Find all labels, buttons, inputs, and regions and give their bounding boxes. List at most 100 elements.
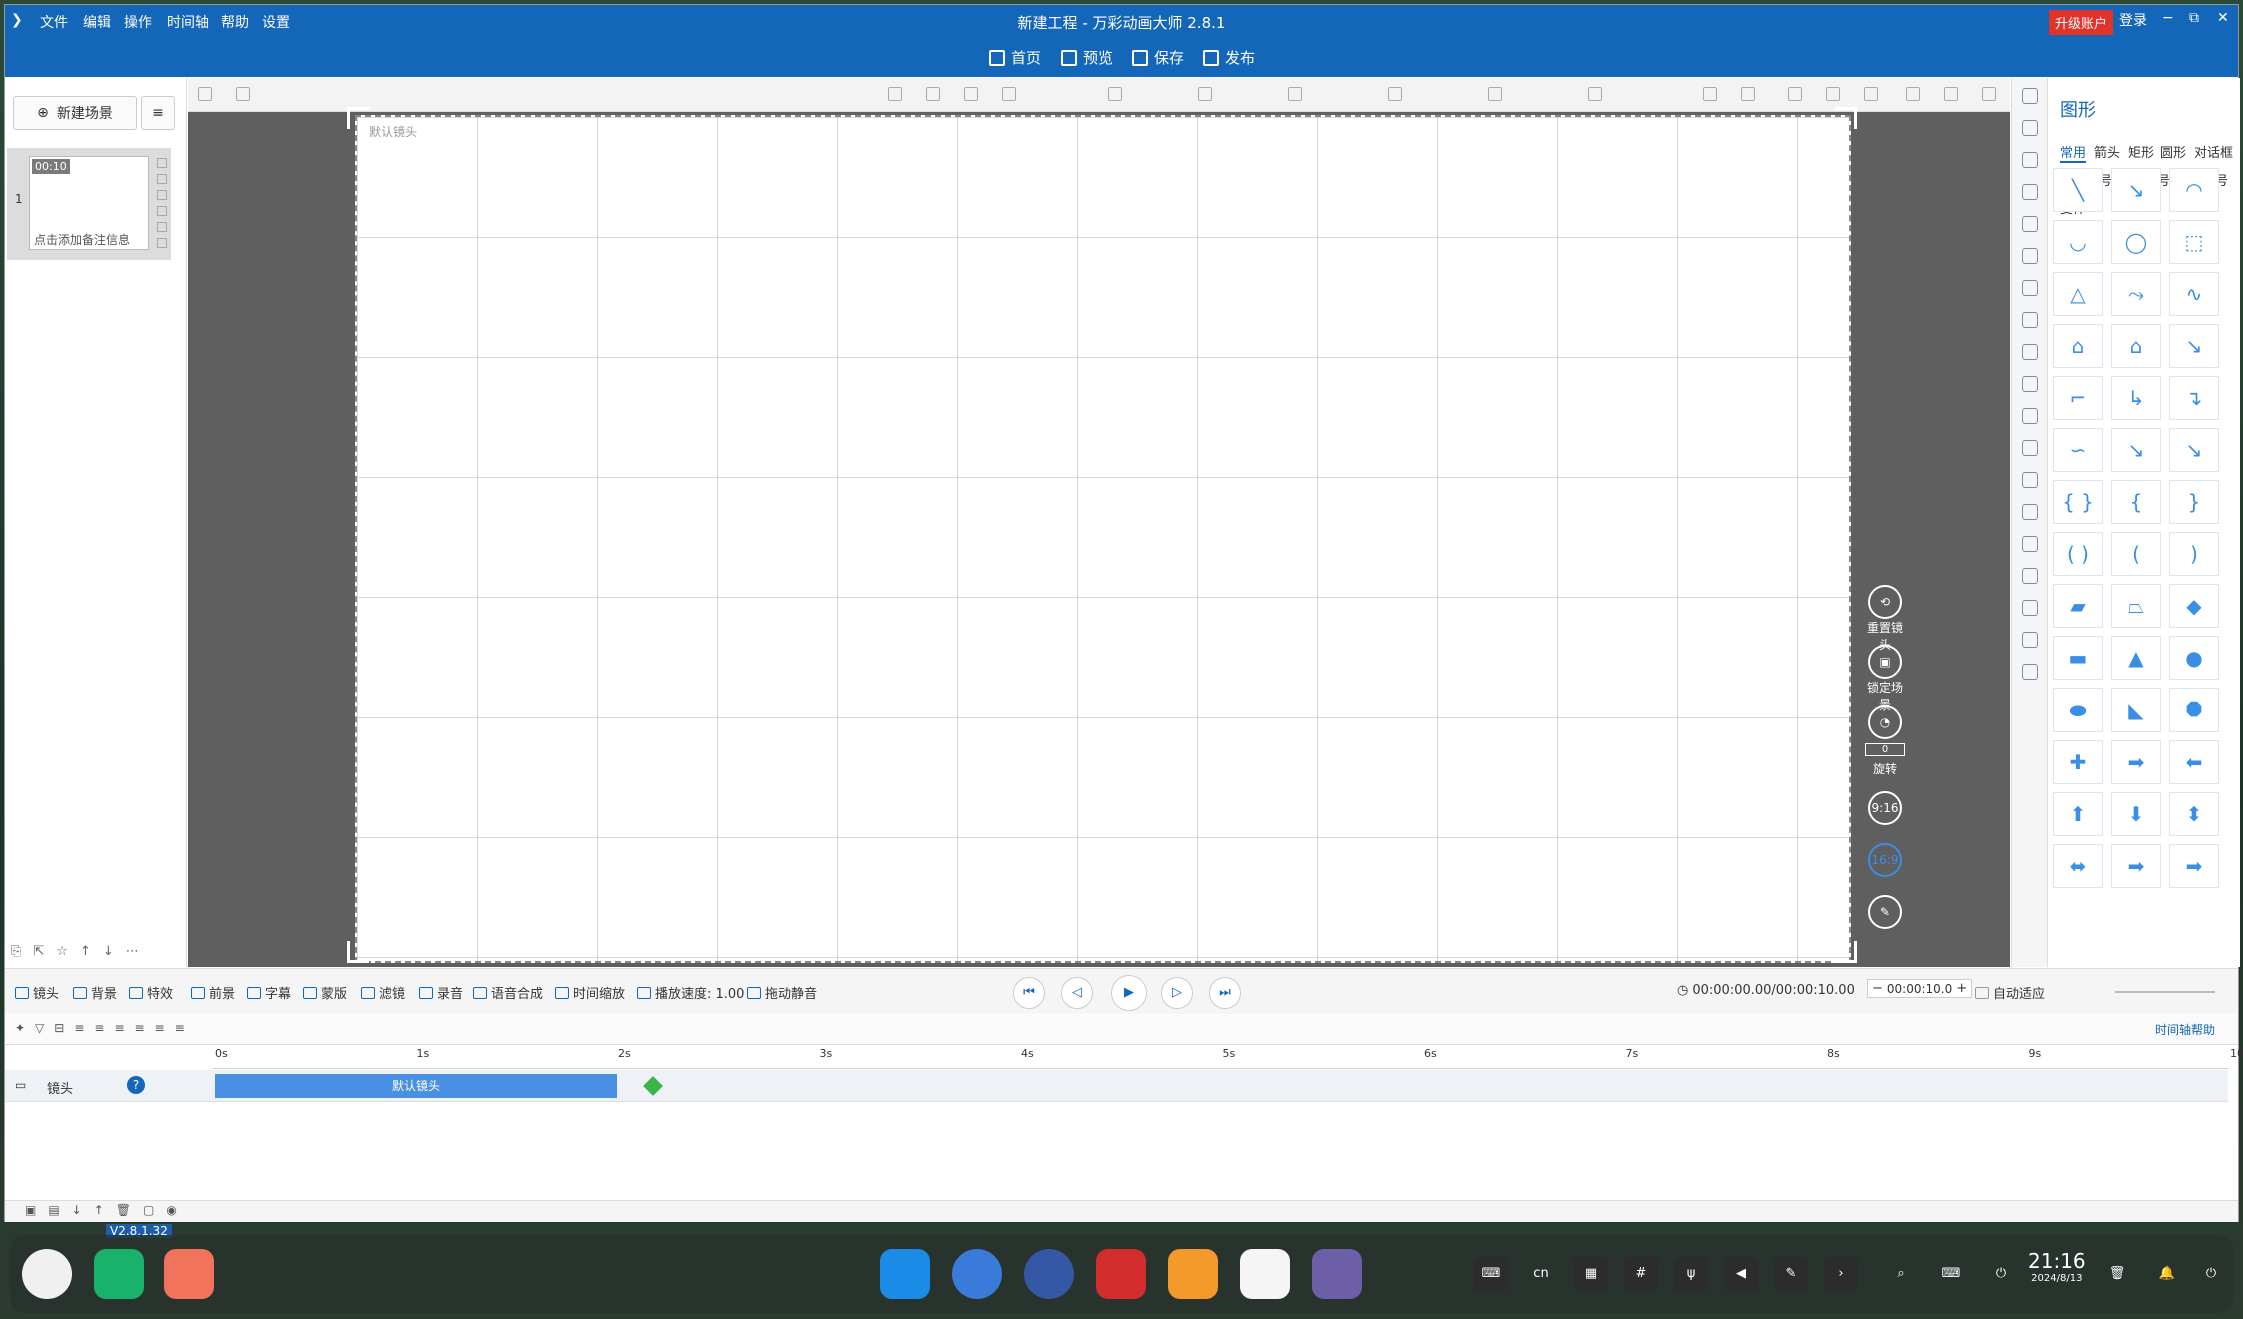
zoom-slider[interactable] <box>2115 991 2215 993</box>
play-button[interactable]: ▶ <box>1111 975 1147 1011</box>
record-tool[interactable]: 录音 <box>419 983 463 1002</box>
duration-input[interactable]: −00:00:10.0 + <box>1867 979 1973 998</box>
shape-item[interactable]: ◠ <box>2169 168 2219 212</box>
shape-item[interactable]: ◯ <box>2111 220 2161 264</box>
power-icon[interactable]: ⏻ <box>1984 1257 2018 1291</box>
lock-canvas-icon[interactable] <box>1788 87 1802 101</box>
restore-button[interactable]: ⧉ <box>2189 10 2199 26</box>
text-icon[interactable] <box>2022 184 2038 200</box>
scene-settings-icon[interactable] <box>157 190 167 200</box>
chart-icon[interactable] <box>2022 568 2038 584</box>
trash-icon[interactable]: 🗑 <box>2100 1257 2134 1291</box>
timeline-help-link[interactable]: 时间轴帮助 <box>2155 1021 2215 1038</box>
forward-button[interactable]: ▷ <box>1161 977 1193 1009</box>
next-scene-button[interactable]: ⏭ <box>1209 977 1241 1009</box>
drop-icon[interactable] <box>2022 632 2038 648</box>
shape-item[interactable]: ∽ <box>2053 428 2103 472</box>
shape-item[interactable]: ⌂ <box>2053 324 2103 368</box>
foreground-tool[interactable]: 前景 <box>191 983 235 1002</box>
shape-item[interactable]: ⬍ <box>2169 792 2219 836</box>
undo-icon[interactable] <box>1906 87 1920 101</box>
more-tools-icon[interactable] <box>1982 87 1996 101</box>
lang-indicator[interactable]: cn <box>1524 1257 1558 1291</box>
shape-item[interactable]: ↘ <box>2169 324 2219 368</box>
category-common[interactable]: 常用 <box>2060 142 2087 163</box>
layer-up-icon[interactable] <box>964 87 978 101</box>
pen-icon[interactable]: ✎ <box>1774 1257 1808 1291</box>
shape-item[interactable]: ◡ <box>2053 220 2103 264</box>
transition-icon[interactable] <box>157 238 167 248</box>
volume-icon[interactable]: ◀ <box>1724 1257 1758 1291</box>
tools-icon[interactable] <box>2022 376 2038 392</box>
math-icon[interactable] <box>2022 600 2038 616</box>
shape-item[interactable]: ⬆ <box>2053 792 2103 836</box>
category-rect[interactable]: 矩形 <box>2128 142 2154 161</box>
play-speed-tool[interactable]: 播放速度: 1.00 <box>637 983 744 1002</box>
hand-icon[interactable] <box>2022 536 2038 552</box>
shape-item[interactable]: ↴ <box>2169 376 2219 420</box>
scene-item[interactable]: 1 00:10 点击添加备注信息 <box>7 148 171 260</box>
close-button[interactable]: ✕ <box>2217 10 2229 26</box>
mute-tool[interactable]: 拖动静音 <box>747 983 817 1002</box>
time-scale-tool[interactable]: 时间缩放 <box>555 983 625 1002</box>
shape-item[interactable]: ▲ <box>2111 636 2161 680</box>
notification-icon[interactable]: 🔔 <box>2150 1257 2184 1291</box>
zoom-in-icon[interactable] <box>1703 87 1717 101</box>
launcher-icon[interactable] <box>22 1249 72 1299</box>
shape-item[interactable]: ◣ <box>2111 688 2161 732</box>
preview-button[interactable]: 预览 <box>1061 47 1113 68</box>
tts-tool[interactable]: 语音合成 <box>473 983 543 1002</box>
camera-tool[interactable]: 镜头 <box>15 983 59 1002</box>
align-center-icon[interactable] <box>1588 87 1602 101</box>
home-button[interactable]: 首页 <box>989 47 1041 68</box>
shape-item[interactable]: ⌂ <box>2111 324 2161 368</box>
minimize-button[interactable]: − <box>2162 10 2174 26</box>
scene-thumbnail[interactable]: 00:10 点击添加备注信息 <box>29 156 149 250</box>
wancai-app-icon[interactable] <box>1240 1249 1290 1299</box>
delete-scene-icon[interactable] <box>157 174 167 184</box>
shape-item[interactable]: ◆ <box>2169 584 2219 628</box>
animated-role-icon[interactable] <box>2022 120 2038 136</box>
shape-item[interactable]: ⌐ <box>2053 376 2103 420</box>
special-icon[interactable] <box>2022 312 2038 328</box>
shape-item[interactable]: { } <box>2053 480 2103 524</box>
filter-tool[interactable]: 滤镜 <box>361 983 405 1002</box>
shape-item[interactable]: ● <box>2169 636 2219 680</box>
add-keyframe-icon[interactable] <box>643 1076 663 1096</box>
shape-item[interactable]: ⤳ <box>2111 272 2161 316</box>
search-icon[interactable]: ⌕ <box>1884 1257 1918 1291</box>
folder-icon[interactable] <box>2022 408 2038 424</box>
browser-icon[interactable] <box>880 1249 930 1299</box>
film-icon[interactable] <box>2022 440 2038 456</box>
camera-clip[interactable]: 默认镜头 <box>215 1074 617 1098</box>
shape-item[interactable]: } <box>2169 480 2219 524</box>
ratio-169-button[interactable]: 16:9 <box>1865 843 1905 877</box>
layer-down-icon[interactable] <box>1002 87 1016 101</box>
edge-icon[interactable] <box>952 1249 1002 1299</box>
scene-note[interactable]: 点击添加备注信息 <box>34 231 130 248</box>
zoom-out-icon[interactable] <box>1741 87 1755 101</box>
help-icon[interactable]: ? <box>127 1076 145 1094</box>
category-dialog[interactable]: 对话框 <box>2194 142 2233 161</box>
background-tool[interactable]: 背景 <box>73 983 117 1002</box>
favorite-scene-icon[interactable] <box>157 222 167 232</box>
shape-item[interactable]: ( ) <box>2053 532 2103 576</box>
clock[interactable]: 21:16 2024/8/13 <box>2028 1249 2086 1284</box>
shapes-icon[interactable] <box>2022 88 2038 104</box>
grid-icon[interactable]: # <box>1624 1257 1658 1291</box>
shop-icon[interactable] <box>1168 1249 1218 1299</box>
group-icon[interactable] <box>926 87 940 101</box>
file-manager-icon[interactable] <box>94 1249 144 1299</box>
terminal-icon[interactable] <box>1096 1249 1146 1299</box>
camera-app-icon[interactable] <box>1312 1249 1362 1299</box>
shape-item[interactable]: ➡ <box>2111 844 2161 888</box>
align-left-icon[interactable] <box>1488 87 1502 101</box>
duplicate-scene-icon[interactable] <box>157 206 167 216</box>
align-icon[interactable] <box>888 87 902 101</box>
redo-icon[interactable] <box>1944 87 1958 101</box>
shape-item[interactable]: ⬌ <box>2053 844 2103 888</box>
shape-item[interactable]: ╲ <box>2053 168 2103 212</box>
upgrade-button[interactable]: 升级账户 <box>2049 10 2114 35</box>
power-menu-icon[interactable]: ⏻ <box>2194 1257 2228 1291</box>
save-button[interactable]: 保存 <box>1132 47 1184 68</box>
